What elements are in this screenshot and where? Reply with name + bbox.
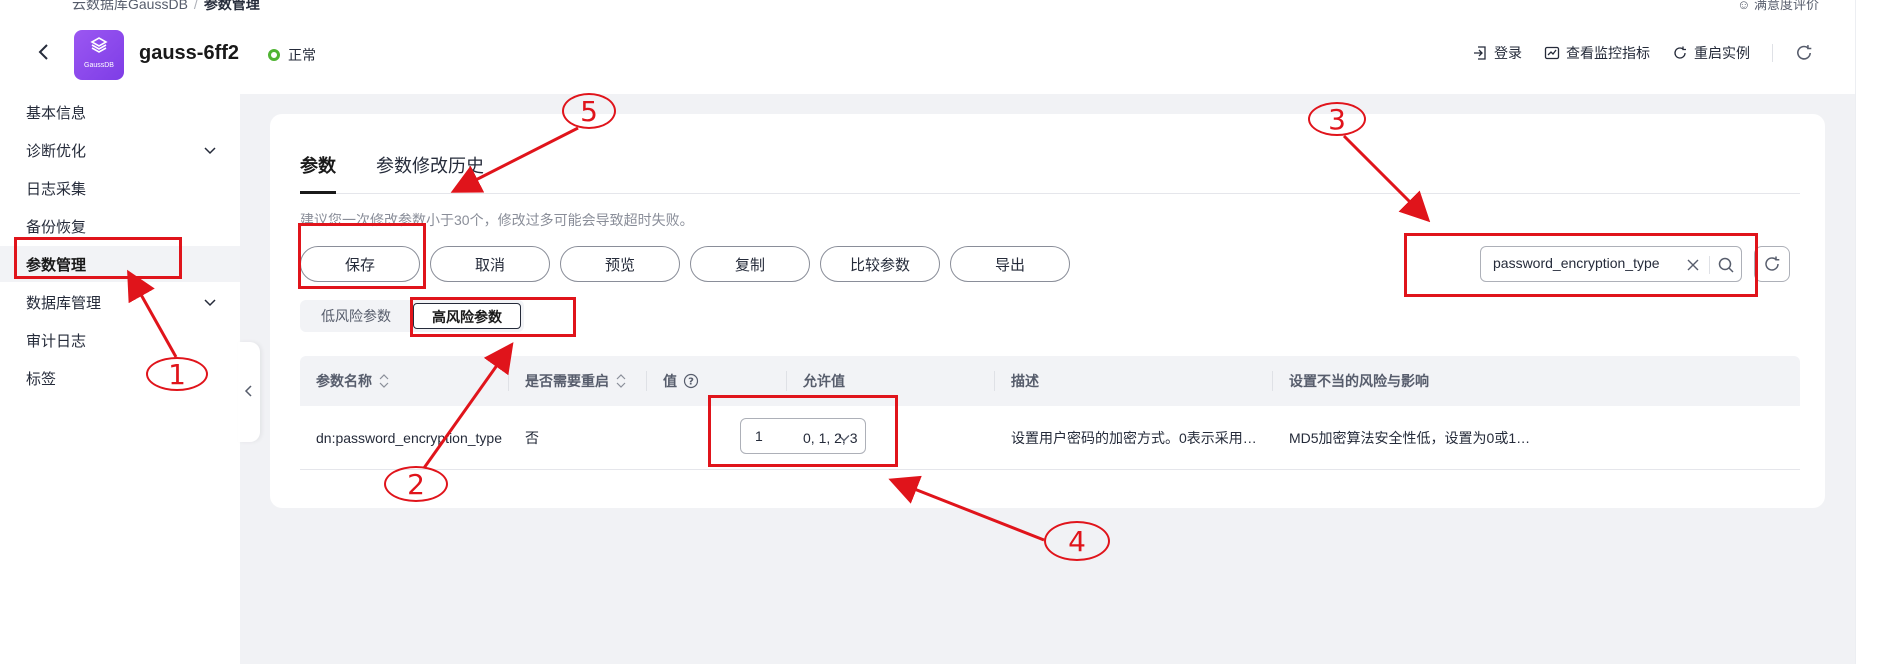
- instance-name: gauss-6ff2: [139, 42, 240, 64]
- annotation-box-value: [708, 395, 898, 467]
- column-header-value: 值 ?: [663, 356, 699, 406]
- column-header-name[interactable]: 参数名称: [316, 356, 390, 406]
- breadcrumb-root[interactable]: 云数据库GaussDB: [72, 0, 188, 12]
- sidebar-item-label: 备份恢复: [26, 218, 87, 236]
- feedback-link[interactable]: ☺ 满意度评价: [1737, 0, 1819, 13]
- logo-text: GaussDB: [84, 62, 114, 69]
- tab-bar: 参数 参数修改历史: [300, 152, 1800, 194]
- column-header-restart[interactable]: 是否需要重启: [525, 356, 627, 406]
- login-icon: [1474, 46, 1486, 60]
- right-edge-toolbar: [1855, 0, 1879, 664]
- sidebar-item-label: 数据库管理: [26, 294, 102, 312]
- status-dot-icon: [268, 49, 280, 61]
- table-row: dn:password_encryption_type 否 1 0, 1, 2,…: [300, 406, 1800, 470]
- restart-cell: 否: [525, 430, 539, 446]
- tab-parameter-history[interactable]: 参数修改历史: [376, 152, 484, 194]
- annotation-box-search: [1404, 233, 1758, 297]
- chevron-down-icon: [204, 147, 216, 155]
- smile-icon: ☺: [1737, 0, 1751, 12]
- sidebar-item-label: 基本信息: [26, 104, 87, 122]
- annotation-box-high-risk: [410, 297, 576, 337]
- copy-button[interactable]: 复制: [690, 246, 810, 282]
- column-divider: [646, 371, 647, 391]
- chevron-left-icon: [244, 385, 252, 397]
- column-header-label: 是否需要重启: [525, 373, 609, 389]
- login-button[interactable]: 登录: [1472, 43, 1522, 63]
- tab-parameters[interactable]: 参数: [300, 152, 336, 194]
- view-metrics-label: 查看监控指标: [1566, 45, 1650, 61]
- gaussdb-logo: GaussDB: [74, 30, 124, 80]
- column-header-label: 值: [663, 373, 677, 389]
- sort-icon[interactable]: [378, 374, 390, 388]
- preview-button[interactable]: 预览: [560, 246, 680, 282]
- main-content: 参数 参数修改历史 建议您一次修改参数小于30个，修改过多可能会导致超时失败。 …: [238, 94, 1855, 664]
- column-header-description: 描述: [1011, 373, 1039, 389]
- column-divider: [508, 371, 509, 391]
- column-divider: [994, 371, 995, 391]
- sidebar-item-audit-log[interactable]: 审计日志: [0, 322, 240, 358]
- monitor-chart-icon: [1544, 46, 1560, 60]
- refresh-icon: [1765, 256, 1780, 271]
- sidebar-item-basic-info[interactable]: 基本信息: [0, 94, 240, 130]
- annotation-marker-5: 5: [562, 93, 616, 129]
- table-refresh-button[interactable]: [1754, 246, 1790, 282]
- sidebar-item-label: 审计日志: [26, 332, 87, 350]
- restart-instance-button[interactable]: 重启实例: [1672, 43, 1750, 63]
- restart-icon: [1674, 46, 1686, 59]
- database-icon: [90, 37, 108, 53]
- description-cell: 设置用户密码的加密方式。0表示采用md5…: [1011, 430, 1261, 446]
- sidebar-item-log-collection[interactable]: 日志采集: [0, 170, 240, 206]
- restart-instance-label: 重启实例: [1694, 45, 1750, 61]
- breadcrumb: 云数据库GaussDB / 参数管理: [72, 0, 260, 14]
- sidebar-item-label: 诊断优化: [26, 142, 87, 160]
- status-badge: 正常: [268, 45, 316, 65]
- instance-header: GaussDB gauss-6ff2 正常 登录 查看监控指标 重启实例: [0, 20, 1855, 90]
- annotation-marker-4: 4: [1044, 521, 1110, 561]
- help-circle-icon[interactable]: ?: [683, 373, 699, 389]
- annotation-marker-3: 3: [1308, 102, 1366, 136]
- annotation-marker-1: 1: [146, 357, 208, 391]
- header-actions: 登录 查看监控指标 重启实例: [1472, 43, 1813, 63]
- annotation-box-save: [298, 223, 426, 289]
- svg-text:?: ?: [688, 377, 694, 388]
- annotation-marker-2: 2: [384, 466, 448, 502]
- compare-button[interactable]: 比较参数: [820, 246, 940, 282]
- column-divider: [1272, 371, 1273, 391]
- status-text: 正常: [288, 47, 316, 63]
- param-name-cell: dn:password_encryption_type: [316, 430, 503, 446]
- chevron-down-icon: [204, 299, 216, 307]
- export-button[interactable]: 导出: [950, 246, 1070, 282]
- refresh-icon[interactable]: [1795, 44, 1813, 62]
- view-metrics-button[interactable]: 查看监控指标: [1544, 43, 1650, 63]
- column-header-label: 参数名称: [316, 373, 372, 389]
- back-arrow-icon[interactable]: [34, 42, 54, 62]
- sidebar-item-label: 日志采集: [26, 180, 87, 198]
- cancel-button[interactable]: 取消: [430, 246, 550, 282]
- header-divider: [1772, 44, 1773, 62]
- sort-icon[interactable]: [615, 374, 627, 388]
- sidebar-item-diagnosis[interactable]: 诊断优化: [0, 132, 240, 168]
- breadcrumb-current: 参数管理: [203, 0, 260, 12]
- breadcrumb-separator: /: [193, 0, 198, 12]
- risk-impact-cell: MD5加密算法安全性低，设置为0或1时存…: [1289, 430, 1539, 446]
- sidebar-collapse-handle[interactable]: [238, 342, 260, 442]
- annotation-box-parameter-menu: [14, 237, 182, 279]
- table-header: 参数名称 是否需要重启 值 ? 允许值 描述 设置不当的风险与影响: [300, 356, 1800, 406]
- login-label: 登录: [1494, 45, 1522, 61]
- feedback-label: 满意度评价: [1753, 0, 1819, 12]
- sidebar-item-database-mgmt[interactable]: 数据库管理: [0, 284, 240, 320]
- column-divider: [786, 371, 787, 391]
- column-header-risk: 设置不当的风险与影响: [1289, 373, 1429, 389]
- low-risk-params-tab[interactable]: 低风险参数: [303, 303, 409, 329]
- parameters-table: 参数名称 是否需要重启 值 ? 允许值 描述 设置不当的风险与影响 dn:pas…: [300, 356, 1800, 470]
- sidebar-item-label: 标签: [26, 370, 57, 388]
